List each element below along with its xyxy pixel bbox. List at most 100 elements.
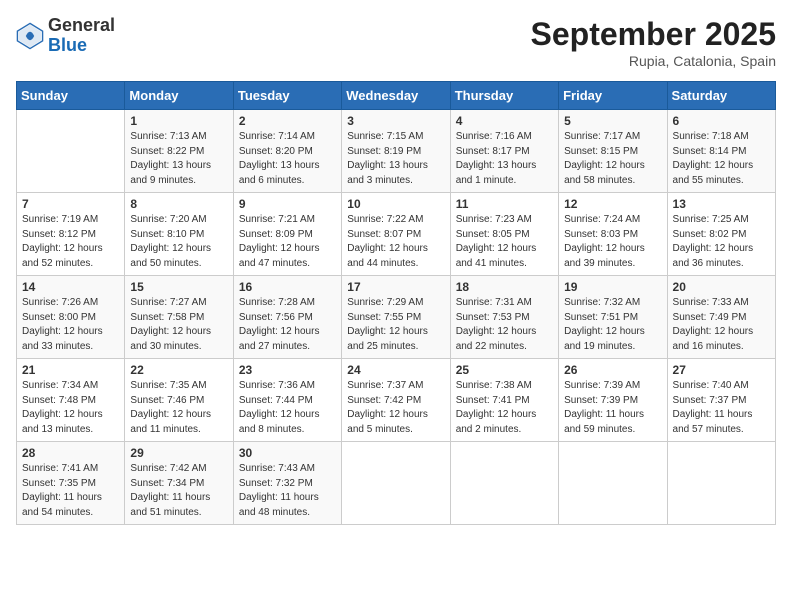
calendar-cell: 9Sunrise: 7:21 AM Sunset: 8:09 PM Daylig… <box>233 193 341 276</box>
calendar-header-row: SundayMondayTuesdayWednesdayThursdayFrid… <box>17 82 776 110</box>
day-of-week-header: Friday <box>559 82 667 110</box>
day-info: Sunrise: 7:43 AM Sunset: 7:32 PM Dayligh… <box>239 462 336 520</box>
day-info: Sunrise: 7:13 AM Sunset: 8:22 PM Dayligh… <box>130 130 227 188</box>
calendar-cell <box>342 442 450 525</box>
calendar-cell: 25 Sunrise: 7:38 AM Sunset: 7:41 PM Dayli… <box>450 359 558 442</box>
day-number: 29 <box>130 446 227 460</box>
calendar-cell <box>450 442 558 525</box>
day-of-week-header: Thursday <box>450 82 558 110</box>
day-number: 25 <box>456 363 553 377</box>
day-number: 3 <box>347 114 444 128</box>
calendar-cell: 26Sunrise: 7:39 AM Sunset: 7:39 PM Dayli… <box>559 359 667 442</box>
calendar-cell: 11 Sunrise: 7:23 AM Sunset: 8:05 PM Dayli… <box>450 193 558 276</box>
calendar-cell: 5 Sunrise: 7:17 AM Sunset: 8:15 PM Daylig… <box>559 110 667 193</box>
day-info: Sunrise: 7:40 AM Sunset: 7:37 PM Dayligh… <box>673 379 770 437</box>
day-number: 7 <box>22 197 119 211</box>
day-number: 8 <box>130 197 227 211</box>
day-of-week-header: Saturday <box>667 82 775 110</box>
calendar-cell: 24 Sunrise: 7:37 AM Sunset: 7:42 PM Dayli… <box>342 359 450 442</box>
day-info: Sunrise: 7:20 AM Sunset: 8:10 PM Dayligh… <box>130 213 227 271</box>
calendar-cell: 2 Sunrise: 7:14 AM Sunset: 8:20 PM Daylig… <box>233 110 341 193</box>
calendar-cell: 22 Sunrise: 7:35 AM Sunset: 7:46 PM Dayli… <box>125 359 233 442</box>
day-number: 27 <box>673 363 770 377</box>
day-number: 11 <box>456 197 553 211</box>
calendar-cell: 1 Sunrise: 7:13 AM Sunset: 8:22 PM Daylig… <box>125 110 233 193</box>
day-number: 16 <box>239 280 336 294</box>
day-info: Sunrise: 7:18 AM Sunset: 8:14 PM Dayligh… <box>673 130 770 188</box>
day-info: Sunrise: 7:37 AM Sunset: 7:42 PM Dayligh… <box>347 379 444 437</box>
calendar-cell: 17Sunrise: 7:29 AM Sunset: 7:55 PM Dayli… <box>342 276 450 359</box>
calendar-cell: 30 Sunrise: 7:43 AM Sunset: 7:32 PM Dayli… <box>233 442 341 525</box>
page-header: General Blue September 2025 Rupia, Catal… <box>16 16 776 69</box>
day-info: Sunrise: 7:16 AM Sunset: 8:17 PM Dayligh… <box>456 130 553 188</box>
day-info: Sunrise: 7:17 AM Sunset: 8:15 PM Dayligh… <box>564 130 661 188</box>
day-of-week-header: Monday <box>125 82 233 110</box>
day-info: Sunrise: 7:25 AM Sunset: 8:02 PM Dayligh… <box>673 213 770 271</box>
calendar-cell: 6Sunrise: 7:18 AM Sunset: 8:14 PM Daylig… <box>667 110 775 193</box>
day-of-week-header: Tuesday <box>233 82 341 110</box>
calendar-cell: 18Sunrise: 7:31 AM Sunset: 7:53 PM Dayli… <box>450 276 558 359</box>
day-number: 19 <box>564 280 661 294</box>
day-of-week-header: Sunday <box>17 82 125 110</box>
day-info: Sunrise: 7:31 AM Sunset: 7:53 PM Dayligh… <box>456 296 553 354</box>
day-info: Sunrise: 7:36 AM Sunset: 7:44 PM Dayligh… <box>239 379 336 437</box>
day-info: Sunrise: 7:32 AM Sunset: 7:51 PM Dayligh… <box>564 296 661 354</box>
day-number: 14 <box>22 280 119 294</box>
day-number: 28 <box>22 446 119 460</box>
day-info: Sunrise: 7:34 AM Sunset: 7:48 PM Dayligh… <box>22 379 119 437</box>
day-number: 5 <box>564 114 661 128</box>
day-info: Sunrise: 7:26 AM Sunset: 8:00 PM Dayligh… <box>22 296 119 354</box>
day-info: Sunrise: 7:14 AM Sunset: 8:20 PM Dayligh… <box>239 130 336 188</box>
day-info: Sunrise: 7:21 AM Sunset: 8:09 PM Dayligh… <box>239 213 336 271</box>
day-info: Sunrise: 7:28 AM Sunset: 7:56 PM Dayligh… <box>239 296 336 354</box>
calendar-cell: 4 Sunrise: 7:16 AM Sunset: 8:17 PM Daylig… <box>450 110 558 193</box>
day-number: 26 <box>564 363 661 377</box>
calendar-cell: 10 Sunrise: 7:22 AM Sunset: 8:07 PM Dayli… <box>342 193 450 276</box>
calendar-cell: 14 Sunrise: 7:26 AM Sunset: 8:00 PM Dayli… <box>17 276 125 359</box>
day-number: 24 <box>347 363 444 377</box>
calendar-cell <box>667 442 775 525</box>
calendar-cell: 13 Sunrise: 7:25 AM Sunset: 8:02 PM Dayli… <box>667 193 775 276</box>
day-info: Sunrise: 7:27 AM Sunset: 7:58 PM Dayligh… <box>130 296 227 354</box>
day-info: Sunrise: 7:29 AM Sunset: 7:55 PM Dayligh… <box>347 296 444 354</box>
calendar-cell: 21 Sunrise: 7:34 AM Sunset: 7:48 PM Dayli… <box>17 359 125 442</box>
day-info: Sunrise: 7:19 AM Sunset: 8:12 PM Dayligh… <box>22 213 119 271</box>
calendar-cell: 15Sunrise: 7:27 AM Sunset: 7:58 PM Dayli… <box>125 276 233 359</box>
calendar-cell: 8 Sunrise: 7:20 AM Sunset: 8:10 PM Daylig… <box>125 193 233 276</box>
day-number: 21 <box>22 363 119 377</box>
day-info: Sunrise: 7:35 AM Sunset: 7:46 PM Dayligh… <box>130 379 227 437</box>
day-number: 13 <box>673 197 770 211</box>
day-number: 23 <box>239 363 336 377</box>
day-info: Sunrise: 7:41 AM Sunset: 7:35 PM Dayligh… <box>22 462 119 520</box>
day-of-week-header: Wednesday <box>342 82 450 110</box>
calendar-cell: 19 Sunrise: 7:32 AM Sunset: 7:51 PM Dayli… <box>559 276 667 359</box>
day-number: 10 <box>347 197 444 211</box>
day-number: 4 <box>456 114 553 128</box>
day-number: 22 <box>130 363 227 377</box>
day-number: 20 <box>673 280 770 294</box>
calendar-cell: 20Sunrise: 7:33 AM Sunset: 7:49 PM Dayli… <box>667 276 775 359</box>
calendar-cell: 16 Sunrise: 7:28 AM Sunset: 7:56 PM Dayli… <box>233 276 341 359</box>
logo-text: General Blue <box>48 16 115 56</box>
calendar-cell: 3Sunrise: 7:15 AM Sunset: 8:19 PM Daylig… <box>342 110 450 193</box>
day-info: Sunrise: 7:22 AM Sunset: 8:07 PM Dayligh… <box>347 213 444 271</box>
calendar-cell: 12 Sunrise: 7:24 AM Sunset: 8:03 PM Dayli… <box>559 193 667 276</box>
calendar-body: 1 Sunrise: 7:13 AM Sunset: 8:22 PM Daylig… <box>17 110 776 525</box>
month-title: September 2025 <box>531 16 776 53</box>
day-number: 1 <box>130 114 227 128</box>
calendar-cell: 29Sunrise: 7:42 AM Sunset: 7:34 PM Dayli… <box>125 442 233 525</box>
day-info: Sunrise: 7:23 AM Sunset: 8:05 PM Dayligh… <box>456 213 553 271</box>
calendar-cell: 7 Sunrise: 7:19 AM Sunset: 8:12 PM Daylig… <box>17 193 125 276</box>
calendar-week-row: 28 Sunrise: 7:41 AM Sunset: 7:35 PM Dayli… <box>17 442 776 525</box>
calendar-cell: 27 Sunrise: 7:40 AM Sunset: 7:37 PM Dayli… <box>667 359 775 442</box>
calendar-cell <box>559 442 667 525</box>
day-info: Sunrise: 7:24 AM Sunset: 8:03 PM Dayligh… <box>564 213 661 271</box>
logo: General Blue <box>16 16 115 56</box>
calendar-week-row: 21 Sunrise: 7:34 AM Sunset: 7:48 PM Dayli… <box>17 359 776 442</box>
day-number: 30 <box>239 446 336 460</box>
day-number: 12 <box>564 197 661 211</box>
calendar-cell <box>17 110 125 193</box>
day-number: 2 <box>239 114 336 128</box>
day-info: Sunrise: 7:38 AM Sunset: 7:41 PM Dayligh… <box>456 379 553 437</box>
calendar-week-row: 7 Sunrise: 7:19 AM Sunset: 8:12 PM Daylig… <box>17 193 776 276</box>
